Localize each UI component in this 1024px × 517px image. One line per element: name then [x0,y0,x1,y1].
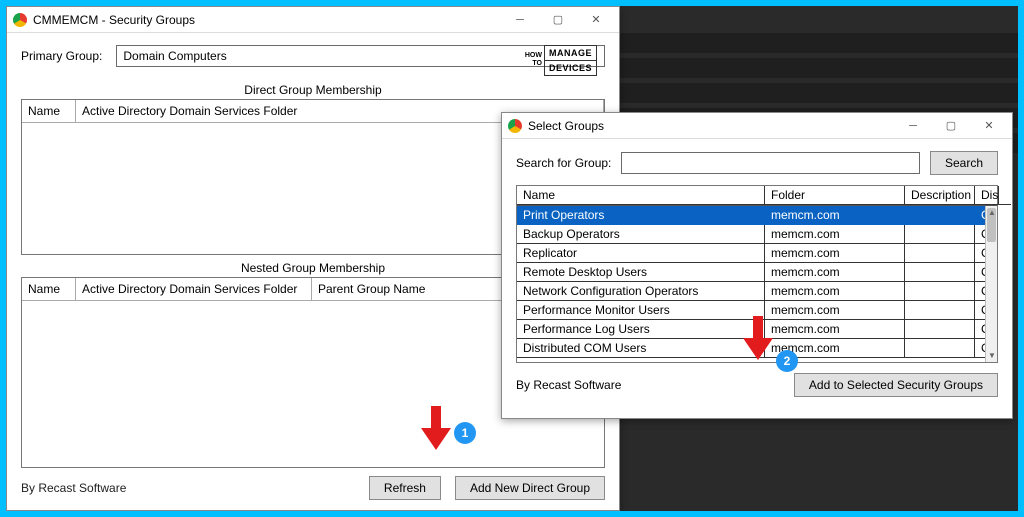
byline: By Recast Software [21,481,126,495]
scrollbar[interactable]: ▲ ▼ [985,206,997,362]
titlebar: Select Groups ─ ▢ ✕ [502,113,1012,139]
col-name[interactable]: Name [22,278,76,300]
app-icon [508,119,522,133]
add-to-selected-button[interactable]: Add to Selected Security Groups [794,373,998,397]
scroll-up-icon[interactable]: ▲ [988,208,996,217]
col-name[interactable]: Name [517,186,765,205]
primary-group-label: Primary Group: [21,49,102,63]
direct-section-title: Direct Group Membership [21,83,605,97]
search-input[interactable] [621,152,920,174]
titlebar: CMMEMCM - Security Groups ─ ▢ ✕ [7,7,619,33]
window-title: Select Groups [528,119,896,133]
select-groups-window: Select Groups ─ ▢ ✕ Search for Group: Se… [501,112,1013,419]
maximize-button[interactable]: ▢ [541,10,575,30]
search-label: Search for Group: [516,156,611,170]
table-row[interactable]: Performance Log Usersmemcm.comCN [517,320,985,339]
col-folder[interactable]: Active Directory Domain Services Folder [76,278,312,300]
table-row[interactable]: Network Configuration Operatorsmemcm.com… [517,282,985,301]
col-folder[interactable]: Folder [765,186,905,205]
window-title: CMMEMCM - Security Groups [33,13,503,27]
table-row[interactable]: Remote Desktop Usersmemcm.comCN [517,263,985,282]
table-row[interactable]: Performance Monitor Usersmemcm.comCN [517,301,985,320]
col-name[interactable]: Name [22,100,76,122]
results-grid[interactable]: Name Folder Description Dis Print Operat… [516,185,998,363]
table-row[interactable]: Distributed COM Usersmemcm.comCN [517,339,985,358]
col-dis[interactable]: Dis [975,186,999,205]
add-new-direct-group-button[interactable]: Add New Direct Group [455,476,605,500]
close-button[interactable]: ✕ [972,116,1006,136]
results-header: Name Folder Description Dis [517,186,997,206]
col-description[interactable]: Description [905,186,975,205]
scroll-down-icon[interactable]: ▼ [988,351,996,360]
app-icon [13,13,27,27]
htmd-logo: HOW TO MANAGE DEVICES [525,45,597,76]
search-button[interactable]: Search [930,151,998,175]
table-row[interactable]: Replicatormemcm.comCN [517,244,985,263]
minimize-button[interactable]: ─ [896,116,930,136]
byline: By Recast Software [516,378,621,392]
table-row[interactable]: Backup Operatorsmemcm.comCN [517,225,985,244]
table-row[interactable]: Print Operatorsmemcm.comCN [517,206,985,225]
refresh-button[interactable]: Refresh [369,476,441,500]
maximize-button[interactable]: ▢ [934,116,968,136]
close-button[interactable]: ✕ [579,10,613,30]
minimize-button[interactable]: ─ [503,10,537,30]
